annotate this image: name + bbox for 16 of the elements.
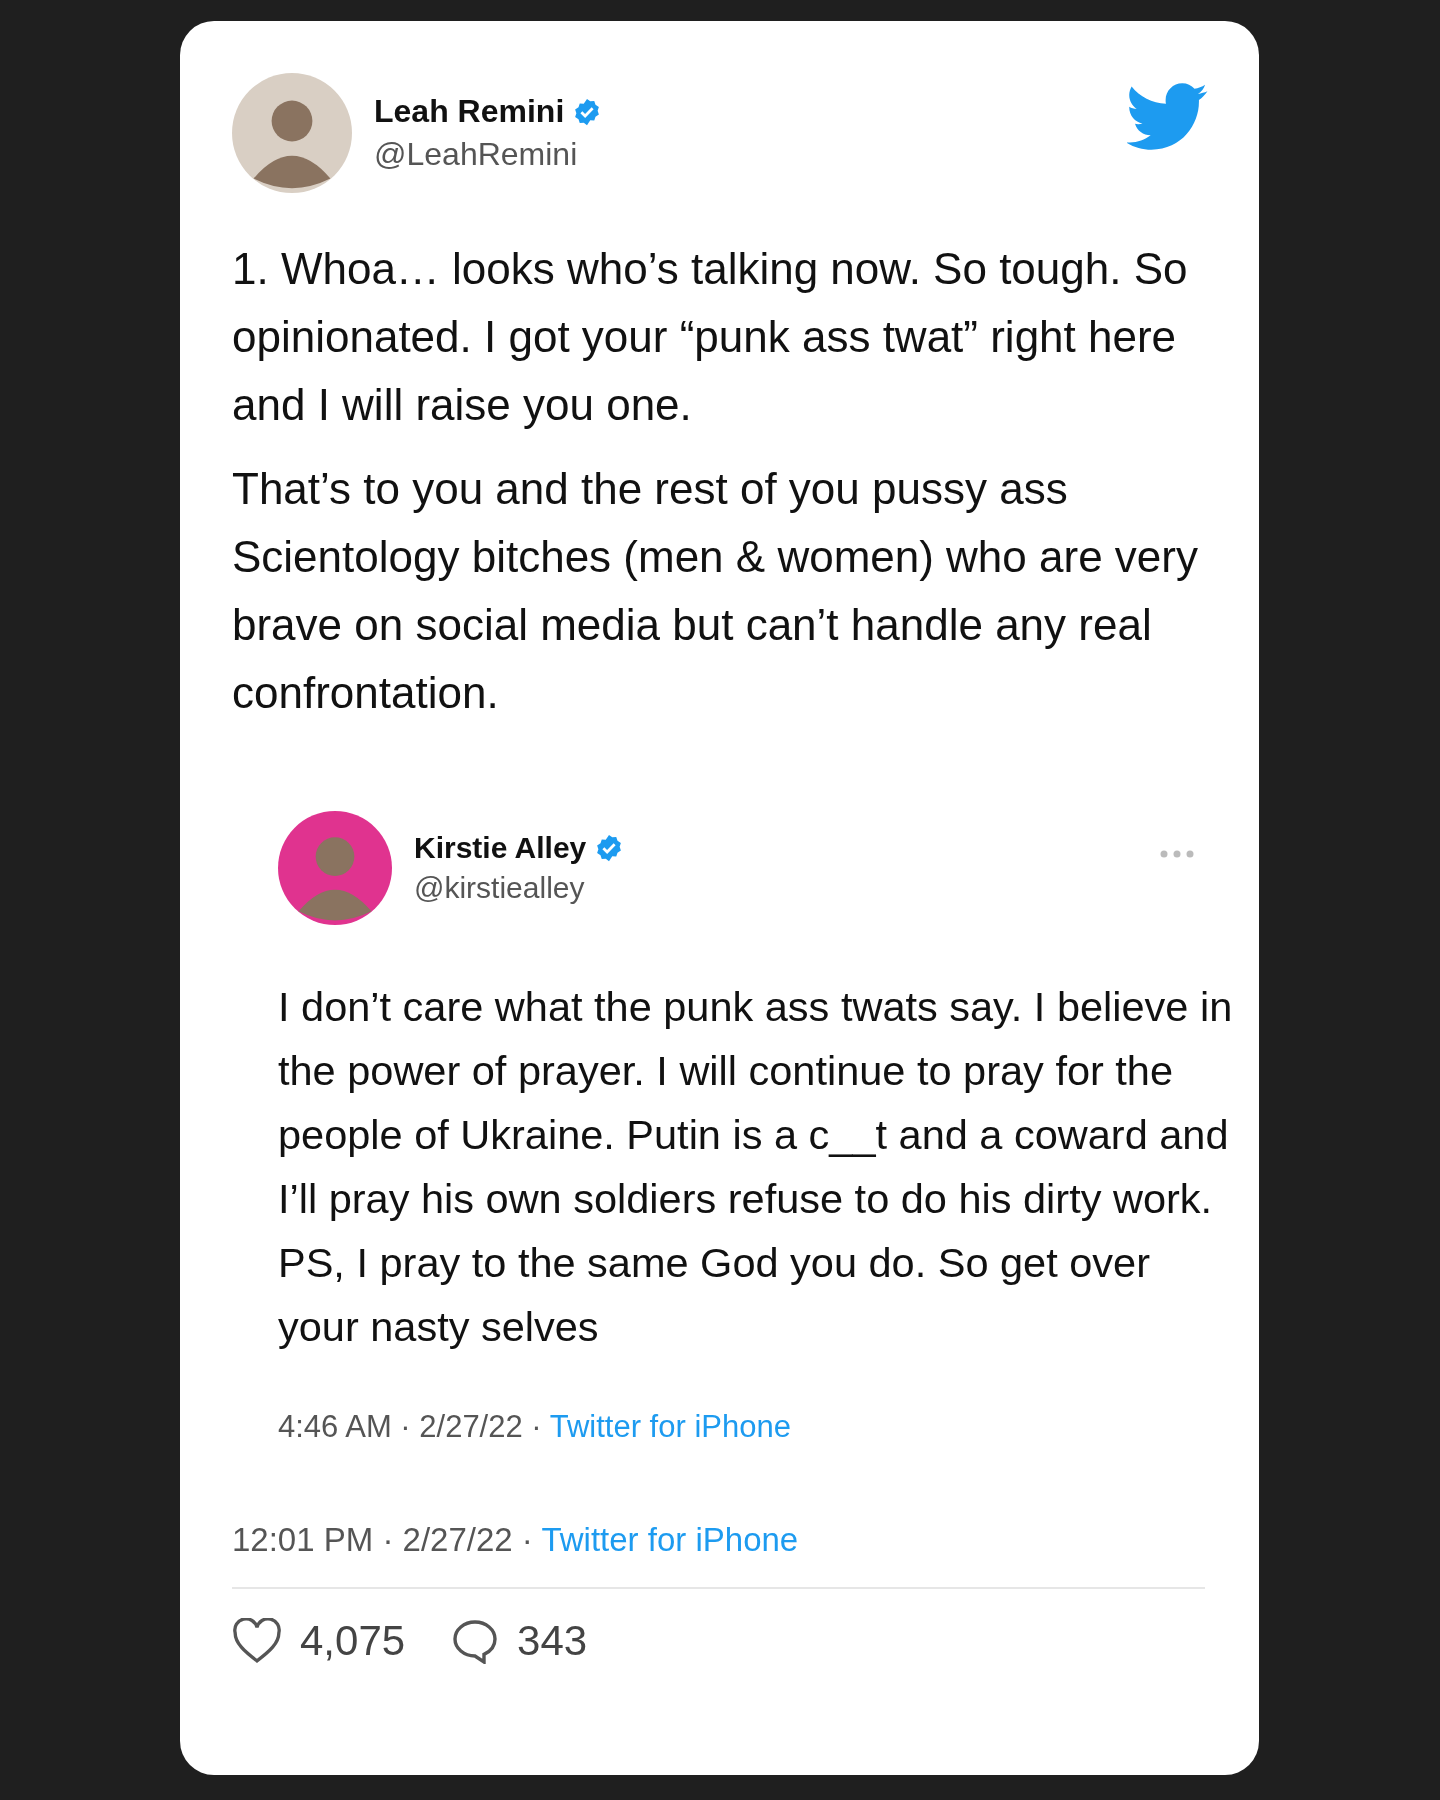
source-link[interactable]: Twitter for iPhone	[549, 1409, 791, 1444]
tweet-timestamp: 12:01 PM · 2/27/22 · Twitter for iPhone	[232, 1521, 1205, 1589]
author-name: Leah Remini	[374, 93, 565, 130]
author-name: Kirstie Alley	[414, 831, 587, 865]
speech-bubble-icon[interactable]	[451, 1618, 500, 1664]
tweet-text: 1. Whoa… looks who’s talking now. So tough. So opinionated. I got your “punk ass twat” right here and I will raise you one.	[232, 243, 1189, 431]
quoted-tweet-timestamp: 4:46 AM · 2/27/22 · Twitter for iPhone	[278, 1409, 792, 1445]
author-handle: @LeahRemini	[374, 136, 579, 173]
like-count: 4,075	[300, 1617, 406, 1665]
reply-count: 343	[517, 1617, 588, 1665]
bird-logo-icon	[1127, 83, 1209, 151]
quoted-tweet-text: I don’t care what the punk ass twats say. I believe in the power of prayer. I will continue to pray for the people of Ukraine. Putin is a c__t and a coward and I’ll pray his own soldiers refuse to do his dirty work. PS, I pray to the same God you do. So get over your nasty selves	[278, 982, 1234, 1352]
author-handle: @kirstiealley	[414, 871, 586, 905]
tweet-text: That’s to you and the rest of you pussy ass Scientology bitches (men & women) who are very brave on social media but can’t handle any real confrontation.	[232, 463, 1199, 719]
source-link[interactable]: Twitter for iPhone	[541, 1521, 799, 1558]
heart-icon[interactable]	[232, 1618, 282, 1664]
